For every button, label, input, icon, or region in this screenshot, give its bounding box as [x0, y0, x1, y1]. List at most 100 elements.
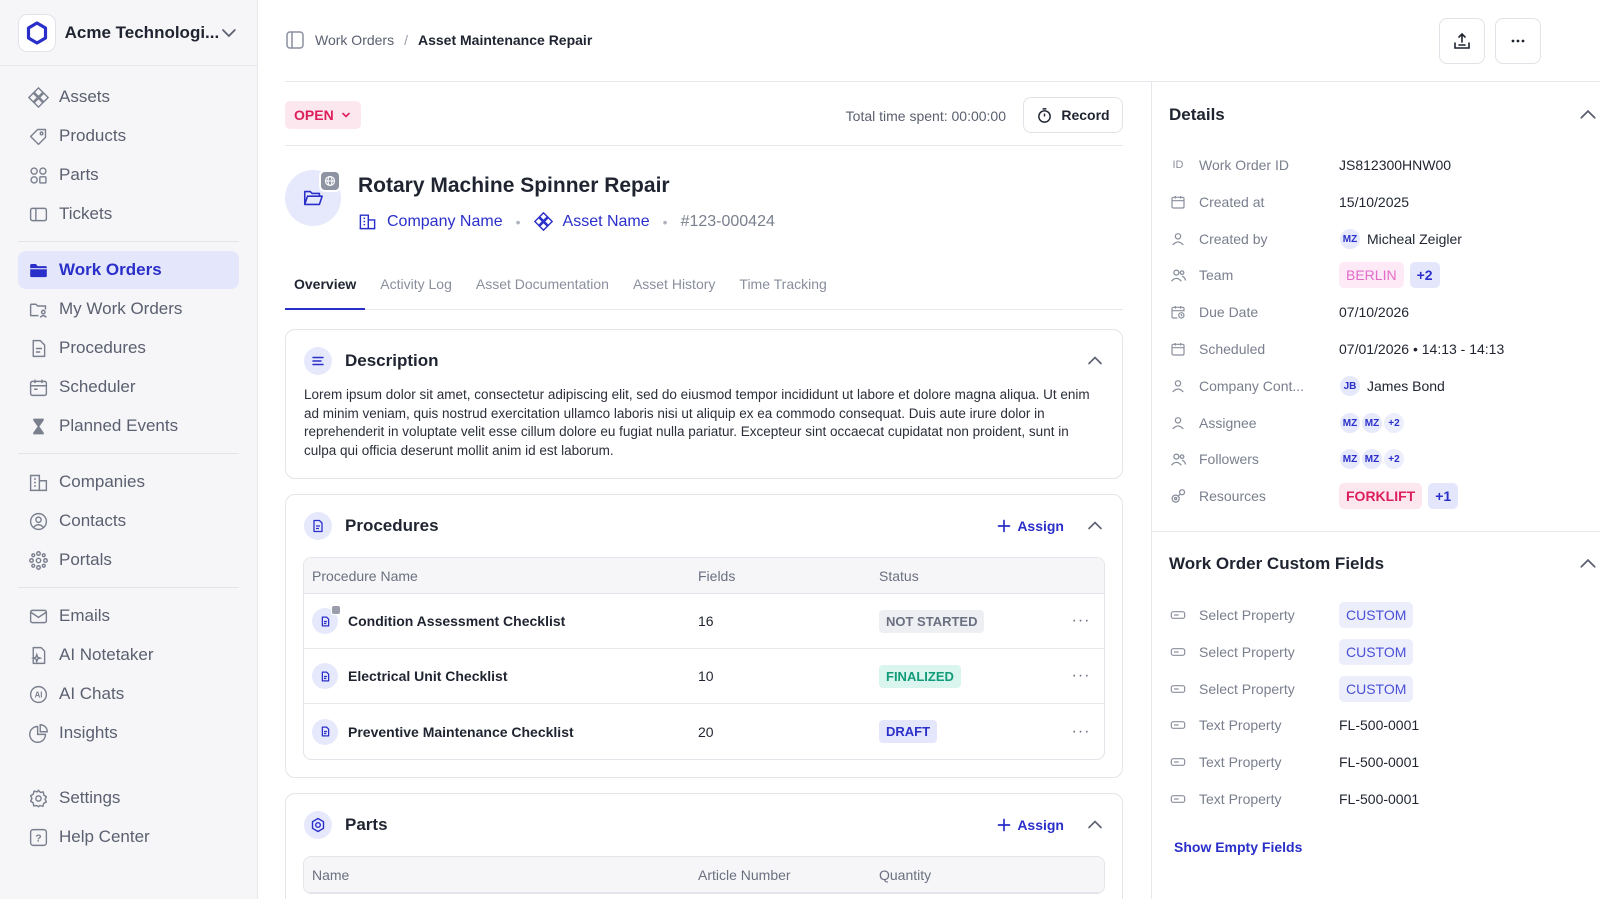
field-icon	[1169, 681, 1187, 697]
sidebar-item-portals[interactable]: Portals	[18, 541, 239, 579]
products-icon	[29, 128, 47, 145]
sidebar-item-label: AI Chats	[59, 684, 125, 703]
calendar-clock-icon	[1169, 304, 1187, 320]
custom-chip[interactable]: CUSTOM	[1339, 602, 1414, 628]
export-button[interactable]	[1439, 18, 1485, 64]
parts-table: Name Article Number Quantity	[303, 856, 1105, 894]
breadcrumb-parent-link[interactable]: Work Orders	[315, 32, 394, 48]
sidebar-item-my-work-orders[interactable]: My Work Orders	[18, 290, 239, 328]
assign-part-button[interactable]: Assign	[997, 817, 1064, 833]
text-lines-icon	[304, 347, 332, 375]
sidebar-toggle-icon[interactable]	[285, 30, 305, 50]
table-row[interactable]: Condition Assessment Checklist 16 NOT ST…	[304, 594, 1104, 649]
details-header: Details	[1169, 100, 1600, 130]
globe-icon	[319, 170, 341, 192]
ai-notetaker-icon	[31, 646, 46, 664]
svg-text:?: ?	[35, 832, 41, 844]
sidebar-item-help-center[interactable]: ? Help Center	[18, 818, 239, 856]
asset-link[interactable]: Asset Name	[533, 212, 650, 231]
procedures-card: Procedures Assign Procedure Name Fields …	[285, 494, 1123, 778]
detail-assignee: Assignee MZ MZ +2	[1169, 408, 1405, 438]
custom-fields-title: Work Order Custom Fields	[1169, 554, 1385, 573]
avatar: MZ	[1339, 448, 1361, 470]
document-icon	[312, 605, 341, 634]
sidebar-item-label: My Work Orders	[59, 299, 183, 318]
status-dropdown[interactable]: OPEN	[285, 101, 361, 129]
hourglass-icon	[33, 418, 44, 434]
procedure-name: Preventive Maintenance Checklist	[348, 723, 574, 740]
work-order-header: Rotary Machine Spinner Repair Company Na…	[285, 170, 1123, 231]
chevron-up-icon[interactable]	[1086, 816, 1104, 834]
users-icon	[1169, 451, 1187, 468]
sidebar-item-work-orders[interactable]: Work Orders	[18, 251, 239, 289]
row-more-button[interactable]: ···	[1058, 723, 1104, 741]
sidebar-item-products[interactable]: Products	[18, 117, 239, 155]
more-count-badge[interactable]: +2	[1383, 412, 1405, 434]
tab-overview[interactable]: Overview	[285, 270, 366, 310]
sidebar-item-planned-events[interactable]: Planned Events	[18, 407, 239, 445]
chevron-up-icon[interactable]	[1578, 105, 1598, 125]
procedure-fields: 16	[698, 613, 714, 629]
show-empty-fields-link[interactable]: Show Empty Fields	[1174, 839, 1302, 855]
more-count-badge[interactable]: +2	[1409, 262, 1440, 288]
calendar-icon	[1169, 194, 1187, 210]
chevron-up-icon[interactable]	[1086, 517, 1104, 535]
mail-icon	[29, 609, 48, 623]
parts-card: Parts Assign Name Article Number Quantit…	[285, 793, 1123, 899]
sidebar-item-companies[interactable]: Companies	[18, 463, 239, 501]
table-row[interactable]: Electrical Unit Checklist 10 FINALIZED ·…	[304, 649, 1104, 704]
chevron-up-icon[interactable]	[1578, 554, 1598, 574]
sidebar-item-procedures[interactable]: Procedures	[18, 329, 239, 367]
assets-icon	[533, 212, 553, 231]
parts-table-header: Name Article Number Quantity	[304, 857, 1104, 893]
chevron-up-icon[interactable]	[1086, 352, 1104, 370]
sidebar-item-contacts[interactable]: Contacts	[18, 502, 239, 540]
sidebar-item-parts[interactable]: Parts	[18, 156, 239, 194]
custom-chip[interactable]: CUSTOM	[1339, 676, 1414, 702]
tickets-icon	[29, 207, 48, 221]
more-options-button[interactable]	[1495, 18, 1541, 64]
sidebar-item-scheduler[interactable]: Scheduler	[18, 368, 239, 406]
detail-due-date: Due Date 07/10/2026	[1169, 297, 1409, 327]
detail-created-at: Created at 15/10/2025	[1169, 187, 1409, 217]
sidebar-item-emails[interactable]: Emails	[18, 597, 239, 635]
id-icon: ID	[1172, 159, 1184, 171]
sidebar-item-settings[interactable]: Settings	[18, 779, 239, 817]
sidebar-item-label: Insights	[59, 723, 118, 742]
nav-divider	[18, 587, 239, 588]
assign-procedure-button[interactable]: Assign	[997, 518, 1064, 534]
document-icon	[312, 663, 338, 689]
more-count-badge[interactable]: +2	[1383, 448, 1405, 470]
plus-icon	[997, 519, 1011, 533]
org-name: Acme Technologi...	[64, 22, 220, 42]
table-row[interactable]: Preventive Maintenance Checklist 20 DRAF…	[304, 704, 1104, 759]
field-icon	[1169, 607, 1187, 623]
row-more-button[interactable]: ···	[1058, 667, 1104, 685]
sidebar-item-ai-chats[interactable]: AI AI Chats	[18, 675, 239, 713]
sidebar: Acme Technologi... Assets Products Parts…	[0, 0, 258, 899]
detail-company-contact: Company Cont... JB James Bond	[1169, 371, 1445, 401]
procedure-name: Condition Assessment Checklist	[348, 613, 566, 629]
org-switcher[interactable]: Acme Technologi...	[0, 0, 257, 66]
sidebar-item-insights[interactable]: Insights	[18, 714, 239, 752]
team-chip[interactable]: BERLIN	[1339, 262, 1404, 288]
resource-chip[interactable]: FORKLIFT	[1339, 483, 1423, 509]
portals-icon	[29, 550, 48, 570]
tab-asset-history[interactable]: Asset History	[624, 270, 724, 310]
tab-time-tracking[interactable]: Time Tracking	[730, 270, 835, 310]
custom-chip[interactable]: CUSTOM	[1339, 639, 1414, 665]
tab-asset-documentation[interactable]: Asset Documentation	[467, 270, 618, 310]
sidebar-item-tickets[interactable]: Tickets	[18, 195, 239, 233]
record-button[interactable]: Record	[1023, 97, 1123, 133]
row-more-button[interactable]: ···	[1058, 612, 1104, 630]
sidebar-item-ai-notetaker[interactable]: AI Notetaker	[18, 636, 239, 674]
more-count-badge[interactable]: +1	[1428, 483, 1459, 509]
company-link[interactable]: Company Name	[358, 212, 503, 231]
sidebar-item-assets[interactable]: Assets	[18, 78, 239, 116]
document-icon	[312, 718, 338, 745]
tab-activity-log[interactable]: Activity Log	[371, 270, 461, 310]
svg-text:AI: AI	[35, 690, 43, 699]
building-icon	[29, 474, 48, 491]
work-order-tabs: Overview Activity Log Asset Documentatio…	[285, 270, 1123, 310]
contact-icon	[29, 512, 48, 530]
